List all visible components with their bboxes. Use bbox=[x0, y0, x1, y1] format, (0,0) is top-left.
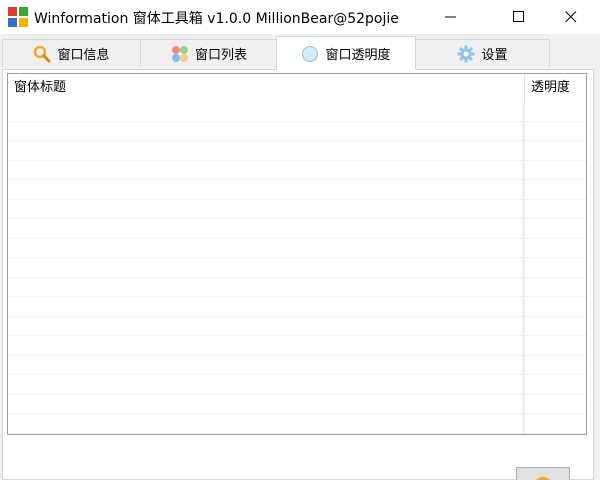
window-list-view[interactable]: 窗体标题 透明度 bbox=[7, 73, 587, 435]
gear-icon bbox=[457, 45, 475, 62]
close-button[interactable] bbox=[548, 0, 594, 34]
orange-circle-icon bbox=[536, 477, 550, 480]
tab-settings[interactable]: 设置 bbox=[415, 39, 550, 67]
table-row[interactable] bbox=[8, 375, 586, 395]
tab-window-info[interactable]: 窗口信息 bbox=[2, 39, 141, 67]
table-row[interactable] bbox=[8, 258, 586, 278]
table-row[interactable] bbox=[8, 102, 586, 122]
tab-label: 窗口信息 bbox=[57, 48, 110, 63]
minimize-icon bbox=[445, 16, 456, 18]
table-row[interactable] bbox=[8, 278, 586, 297]
table-row[interactable] bbox=[8, 219, 586, 239]
maximize-icon bbox=[513, 11, 524, 22]
window-title: Winformation 窗体工具箱 v1.0.0 MillionBear@52… bbox=[34, 11, 399, 27]
table-row[interactable] bbox=[8, 122, 586, 141]
tab-window-list[interactable]: 窗口列表 bbox=[140, 39, 278, 67]
colored-dots-icon bbox=[171, 45, 188, 62]
column-header-window-title[interactable]: 窗体标题 bbox=[8, 74, 524, 102]
tab-label: 窗口透明度 bbox=[325, 48, 391, 63]
table-row[interactable] bbox=[8, 395, 586, 414]
app-window: Winformation 窗体工具箱 v1.0.0 MillionBear@52… bbox=[0, 0, 600, 480]
minimize-button[interactable] bbox=[428, 0, 474, 34]
title-bar[interactable]: Winformation 窗体工具箱 v1.0.0 MillionBear@52… bbox=[0, 0, 600, 34]
column-divider bbox=[522, 102, 525, 434]
table-row[interactable] bbox=[8, 297, 586, 317]
table-row[interactable] bbox=[8, 239, 586, 258]
table-row[interactable] bbox=[8, 336, 586, 356]
tab-strip: 窗口信息 窗口列表 窗口透明度 设置 bbox=[0, 34, 600, 70]
list-body bbox=[8, 102, 586, 434]
app-logo-icon bbox=[8, 7, 28, 27]
table-row[interactable] bbox=[8, 161, 586, 180]
tab-window-opacity[interactable]: 窗口透明度 bbox=[276, 36, 416, 70]
table-row[interactable] bbox=[8, 414, 586, 434]
close-icon bbox=[565, 11, 577, 23]
table-row[interactable] bbox=[8, 356, 586, 375]
opacity-panel: 窗体标题 透明度 bbox=[2, 69, 594, 480]
table-row[interactable] bbox=[8, 141, 586, 161]
maximize-button[interactable] bbox=[496, 0, 542, 34]
column-header-opacity[interactable]: 透明度 bbox=[524, 74, 586, 102]
table-row[interactable] bbox=[8, 200, 586, 219]
apply-button[interactable] bbox=[516, 467, 570, 480]
blue-circle-icon bbox=[302, 45, 319, 62]
magnifier-icon bbox=[34, 45, 51, 62]
table-row[interactable] bbox=[8, 317, 586, 336]
tab-label: 窗口列表 bbox=[194, 48, 247, 63]
tab-label: 设置 bbox=[481, 48, 508, 63]
list-header: 窗体标题 透明度 bbox=[8, 74, 586, 102]
table-row[interactable] bbox=[8, 180, 586, 200]
